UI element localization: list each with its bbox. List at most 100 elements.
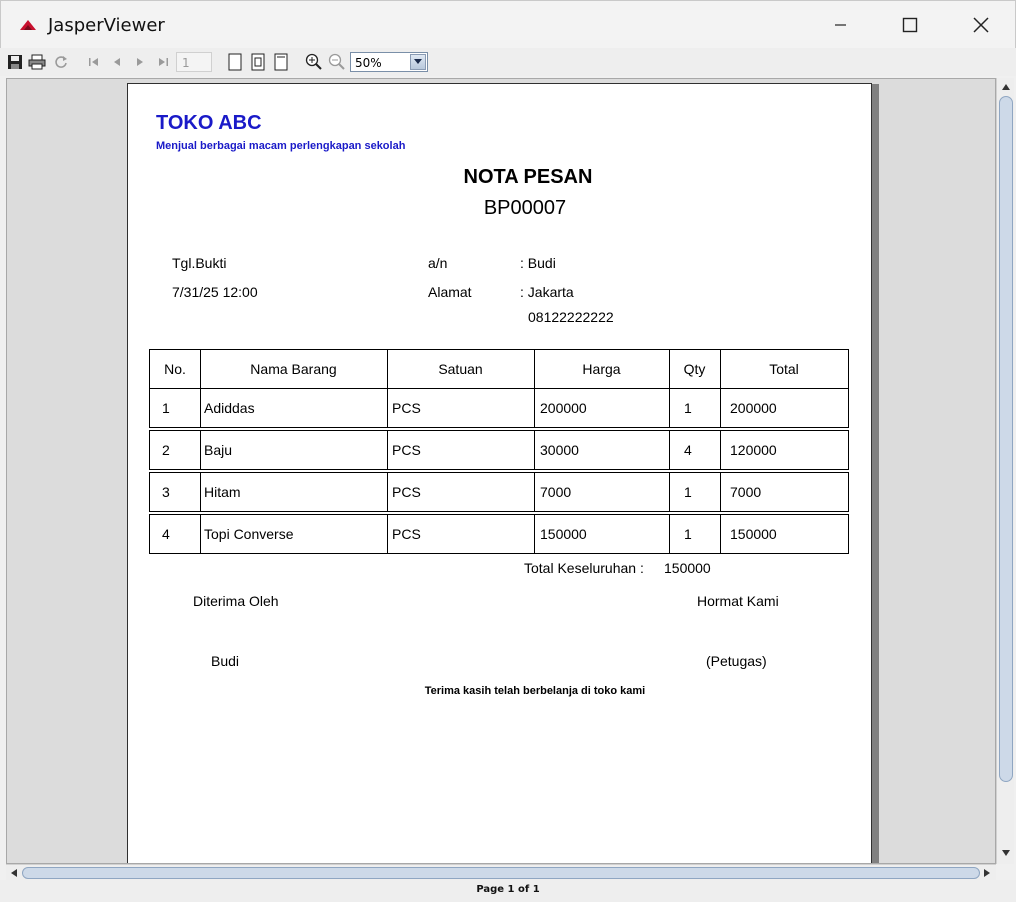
reload-button[interactable] — [51, 52, 71, 72]
alamat-label: Alamat — [428, 284, 472, 300]
print-button[interactable] — [27, 52, 47, 72]
zoom-select[interactable]: 50% — [350, 52, 428, 72]
scroll-left-button[interactable] — [7, 866, 21, 880]
next-page-button[interactable] — [130, 52, 150, 72]
vertical-scrollbar[interactable] — [996, 78, 1014, 864]
zoom-in-icon — [305, 53, 322, 70]
fit-width-icon — [274, 53, 288, 71]
arrow-up-icon — [1002, 84, 1010, 90]
an-value: : Budi — [520, 255, 556, 271]
arrow-left-icon — [11, 869, 17, 877]
document-title: NOTA PESAN — [463, 166, 593, 188]
cell-satuan: PCS — [392, 442, 421, 458]
cell-satuan: PCS — [392, 526, 421, 542]
column-header: Qty — [683, 361, 706, 377]
cell-total: 120000 — [730, 442, 777, 458]
table-row: 1 Adiddas PCS 200000 1 200000 — [149, 388, 849, 428]
last-page-button[interactable] — [153, 52, 173, 72]
grand-total-label: Total Keseluruhan : — [524, 560, 644, 576]
thank-you-note: Terima kasih telah berbelanja di toko ka… — [424, 685, 646, 697]
window-title: JasperViewer — [48, 15, 165, 36]
cell-harga: 30000 — [540, 442, 579, 458]
cell-no: 1 — [162, 400, 170, 416]
first-page-button[interactable] — [84, 52, 104, 72]
actual-size-button[interactable] — [225, 52, 245, 72]
alamat-value: : Jakarta — [520, 284, 574, 300]
phone-number: 08122222222 — [528, 309, 614, 325]
save-button[interactable] — [5, 52, 25, 72]
table-row: 2 Baju PCS 30000 4 120000 — [149, 430, 849, 470]
close-button[interactable] — [946, 1, 1016, 49]
close-icon — [973, 17, 989, 33]
report-viewport[interactable]: TOKO ABC Menjual berbagai macam perlengk… — [6, 78, 996, 864]
table-row: 4 Topi Converse PCS 150000 1 150000 — [149, 514, 849, 554]
zoom-out-button[interactable] — [327, 52, 347, 72]
first-page-icon — [89, 58, 98, 66]
table-header-row: No. Nama Barang Satuan Harga Qty Total — [149, 349, 849, 389]
actual-size-icon — [228, 53, 242, 71]
minimize-icon — [835, 24, 846, 26]
zoom-value[interactable]: 50% — [355, 56, 382, 70]
zoom-in-button[interactable] — [304, 52, 324, 72]
cell-qty: 4 — [684, 442, 692, 458]
previous-page-icon — [114, 58, 120, 66]
grand-total-value: 150000 — [664, 560, 711, 576]
cell-total: 7000 — [730, 484, 762, 500]
scroll-down-button[interactable] — [999, 846, 1013, 860]
date-label: Tgl.Bukti — [172, 255, 227, 271]
title-bar: JasperViewer — [0, 0, 1016, 48]
cell-harga: 7000 — [540, 484, 572, 500]
cell-qty: 1 — [684, 526, 692, 542]
cell-harga: 150000 — [540, 526, 587, 542]
status-bar: Page 1 of 1 — [0, 880, 1016, 902]
printer-icon — [28, 54, 46, 70]
minimize-button[interactable] — [805, 1, 875, 49]
horizontal-scroll-thumb[interactable] — [22, 867, 980, 879]
zoom-out-icon — [328, 53, 345, 70]
maximize-icon — [902, 17, 918, 33]
regards-name: (Petugas) — [706, 653, 767, 669]
next-page-icon — [137, 58, 143, 66]
date-value: 7/31/25 12:00 — [172, 284, 258, 300]
arrow-right-icon — [984, 869, 990, 877]
horizontal-scrollbar[interactable] — [6, 864, 996, 880]
toolbar — [0, 48, 1016, 76]
cell-total: 200000 — [730, 400, 777, 416]
cell-satuan: PCS — [392, 400, 421, 416]
cell-qty: 1 — [684, 484, 692, 500]
received-by-label: Diterima Oleh — [193, 593, 279, 609]
cell-total: 150000 — [730, 526, 777, 542]
column-header: Harga — [582, 361, 621, 377]
cell-nama: Hitam — [204, 484, 241, 500]
last-page-icon — [159, 58, 168, 66]
regards-label: Hormat Kami — [697, 593, 779, 609]
maximize-button[interactable] — [875, 1, 945, 49]
column-header: Total — [769, 361, 799, 377]
refresh-icon — [55, 56, 67, 68]
cell-qty: 1 — [684, 400, 692, 416]
store-tagline: Menjual berbagai macam perlengkapan seko… — [156, 140, 406, 152]
cell-nama: Topi Converse — [204, 526, 294, 542]
arrow-down-icon — [1002, 850, 1010, 856]
cell-no: 2 — [162, 442, 170, 458]
received-by-name: Budi — [211, 653, 240, 669]
column-header: Satuan — [438, 361, 483, 377]
cell-no: 4 — [162, 526, 170, 542]
cell-no: 3 — [162, 484, 170, 500]
cell-satuan: PCS — [392, 484, 421, 500]
column-header: No. — [164, 361, 186, 377]
fit-page-button[interactable] — [248, 52, 268, 72]
report-page: TOKO ABC Menjual berbagai macam perlengk… — [127, 83, 872, 863]
table-row: 3 Hitam PCS 7000 1 7000 — [149, 472, 849, 512]
fit-width-button[interactable] — [271, 52, 291, 72]
cell-nama: Adiddas — [204, 400, 255, 416]
document-number: BP00007 — [483, 197, 567, 219]
chevron-down-icon — [414, 59, 422, 64]
scroll-up-button[interactable] — [999, 80, 1013, 94]
zoom-dropdown-button[interactable] — [410, 54, 426, 70]
vertical-scroll-thumb[interactable] — [999, 96, 1013, 782]
scroll-right-button[interactable] — [980, 866, 994, 880]
save-icon — [8, 55, 22, 69]
page-number-input[interactable]: 1 — [176, 52, 212, 72]
previous-page-button[interactable] — [107, 52, 127, 72]
